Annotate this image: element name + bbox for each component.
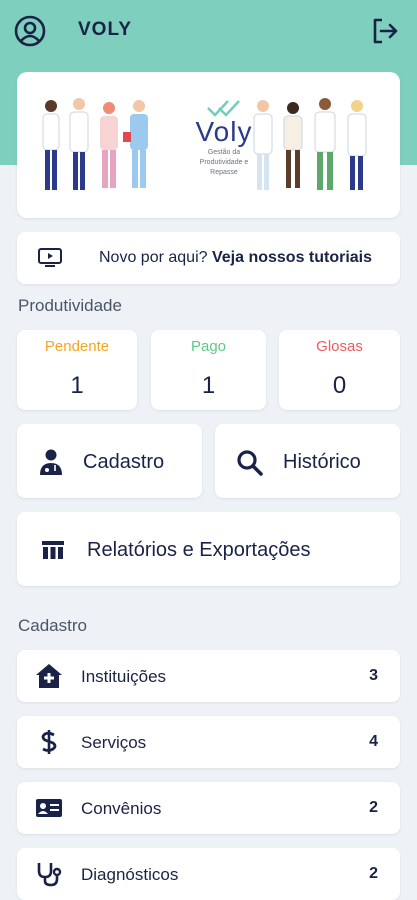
cadastro-button-label: Cadastro: [83, 451, 165, 473]
list-item-label: Convênios: [81, 799, 162, 818]
relatorios-button-label: Relatórios e Exportações: [87, 539, 311, 561]
historico-button[interactable]: Histórico: [215, 424, 400, 498]
list-item-count: 4: [369, 733, 378, 750]
list-item-count: 2: [369, 799, 378, 816]
video-play-icon: [38, 248, 62, 267]
list-item-count: 3: [369, 667, 378, 684]
historico-button-label: Histórico: [283, 451, 361, 473]
list-item-label: Serviços: [81, 733, 147, 752]
list-item-convenios[interactable]: Convênios 2: [17, 782, 400, 834]
list-item-label: Instituições: [81, 667, 167, 686]
stat-pending[interactable]: Pendente 1: [17, 330, 137, 410]
health-professionals-illustration-left: [42, 98, 148, 190]
productivity-section-title: Produtividade: [18, 296, 122, 315]
cadastro-section-title: Cadastro: [18, 616, 87, 635]
welcome-banner: Voly Gestão da Produtividade e Repasse: [17, 72, 400, 218]
logout-icon[interactable]: [370, 16, 400, 46]
tutorials-prefix: Novo por aqui?: [99, 249, 208, 266]
stat-glosas[interactable]: Glosas 0: [279, 330, 400, 410]
app-title: VOLY: [78, 19, 132, 40]
user-circle-icon[interactable]: [14, 15, 46, 47]
checkmarks-icon: [207, 100, 240, 117]
stethoscope-icon: [37, 863, 62, 887]
stat-pending-value: 1: [70, 372, 84, 399]
doctor-icon: [40, 449, 62, 475]
list-item-diagnosticos[interactable]: Diagnósticos 2: [17, 848, 400, 900]
tutorials-text: Novo por aqui? Veja nossos tutoriais: [99, 249, 372, 267]
stat-glosas-value: 0: [332, 372, 347, 399]
stat-paid-value: 1: [201, 372, 216, 399]
list-item-count: 2: [369, 865, 378, 882]
stat-pending-label: Pendente: [44, 338, 110, 355]
tutorials-link[interactable]: Novo por aqui? Veja nossos tutoriais: [17, 232, 400, 284]
cadastro-button[interactable]: Cadastro: [17, 424, 202, 498]
stat-paid-label: Pago: [190, 338, 227, 355]
tutorials-link-label[interactable]: Veja nossos tutoriais: [212, 249, 372, 266]
stat-glosas-label: Glosas: [316, 338, 363, 355]
search-icon: [237, 450, 263, 476]
stat-paid[interactable]: Pago 1: [151, 330, 266, 410]
table-report-icon: [42, 541, 64, 559]
id-card-icon: [36, 799, 62, 817]
list-item-servicos[interactable]: Serviços 4: [17, 716, 400, 768]
hospital-icon: [36, 664, 62, 688]
relatorios-button[interactable]: Relatórios e Exportações: [17, 512, 400, 586]
health-professionals-illustration-right: [253, 98, 367, 190]
list-item-label: Diagnósticos: [81, 865, 179, 884]
top-bar: VOLY: [0, 0, 417, 60]
list-item-instituicoes[interactable]: Instituições 3: [17, 650, 400, 702]
dollar-icon: [41, 730, 57, 754]
